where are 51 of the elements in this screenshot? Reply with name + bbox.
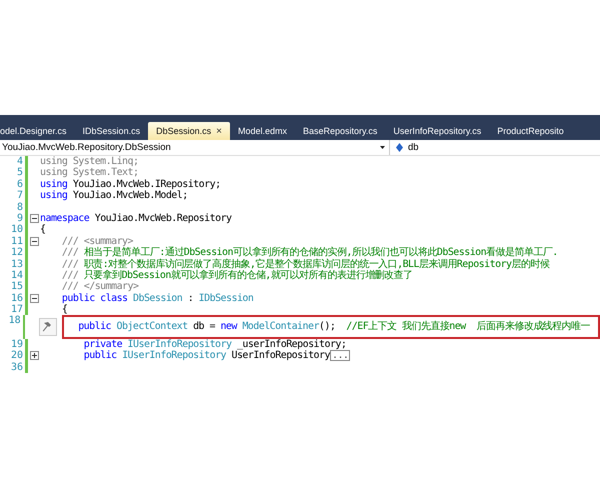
fold-toggle[interactable]	[30, 236, 38, 246]
file-tab[interactable]: DbSession.cs ×	[148, 122, 230, 140]
code-line: {	[40, 224, 46, 236]
collapsed-region[interactable]: ...	[330, 350, 350, 362]
line-number: 36	[10, 362, 24, 374]
code-line: namespace YouJiao.MvcWeb.Repository	[40, 212, 232, 224]
code-line: public class DbSession : IDbSession	[60, 292, 254, 304]
field-icon	[396, 143, 403, 152]
code-line: /// 相当于是简单工厂:通过DbSession可以拿到所有的仓储的实例,所以我们也可以将此DbSession看做是简单工厂.	[60, 247, 558, 258]
fold-toggle[interactable]	[30, 214, 38, 224]
line-number: 11	[10, 236, 24, 248]
line-number: 4	[16, 156, 24, 168]
line-number: 15	[10, 281, 24, 293]
file-tab[interactable]: ProductReposito	[489, 122, 572, 140]
line-number: 10	[10, 224, 24, 236]
line-number: 20	[10, 350, 24, 362]
member-dropdown[interactable]: db	[390, 140, 600, 155]
file-tab[interactable]: Model.edmx	[230, 122, 295, 140]
line-number: 8	[16, 202, 24, 213]
caret-icon	[380, 146, 385, 149]
close-icon[interactable]: ×	[216, 126, 222, 136]
code-line: /// 只要拿到DbSession就可以拿到所有的仓储,就可以对所有的表进行增删改查了	[60, 270, 413, 282]
code-line: public IUserInfoRepository UserInfoRepository	[82, 350, 330, 362]
code-line: /// 职责:对整个数据库访问层做了高度抽象,它是整个数据库访问层的统一入口,BLL层来调用Repository层的时候	[60, 258, 550, 270]
line-number: 5	[16, 167, 24, 179]
code-line: {	[60, 304, 68, 316]
type-dropdown[interactable]: YouJiao.MvcWeb.Repository.DbSession	[0, 140, 390, 155]
hammer-icon[interactable]	[39, 318, 58, 336]
line-number: 17	[10, 304, 24, 316]
line-number: 13	[10, 258, 24, 270]
code-line: using System.Text;	[40, 167, 138, 179]
line-number: 14	[10, 270, 24, 282]
line-number: 7	[16, 190, 24, 202]
file-tab[interactable]: odel.Designer.cs	[0, 122, 75, 140]
line-number: 12	[10, 247, 24, 259]
code-line: using YouJiao.MvcWeb.IRepository;	[40, 178, 221, 190]
code-line: /// <summary>	[60, 236, 133, 247]
code-line: using YouJiao.MvcWeb.Model;	[40, 190, 188, 202]
line-number: 19	[10, 338, 24, 350]
code-line: /// </summary>	[60, 281, 138, 293]
line-number: 6	[16, 178, 24, 190]
line-number: 16	[10, 292, 24, 304]
fold-toggle[interactable]	[30, 294, 38, 303]
code-line: private IUserInfoRepository _userInfoRepository;	[82, 338, 346, 350]
file-tab[interactable]: BaseRepository.cs	[294, 122, 386, 140]
line-number: 18	[8, 315, 22, 328]
file-tab[interactable]: IDbSession.cs	[74, 122, 148, 140]
code-line: using System.Linq;	[40, 156, 138, 168]
file-tab[interactable]: UserInfoRepository.cs	[385, 122, 490, 140]
fold-toggle[interactable]	[30, 351, 38, 360]
line-number: 9	[16, 212, 24, 224]
